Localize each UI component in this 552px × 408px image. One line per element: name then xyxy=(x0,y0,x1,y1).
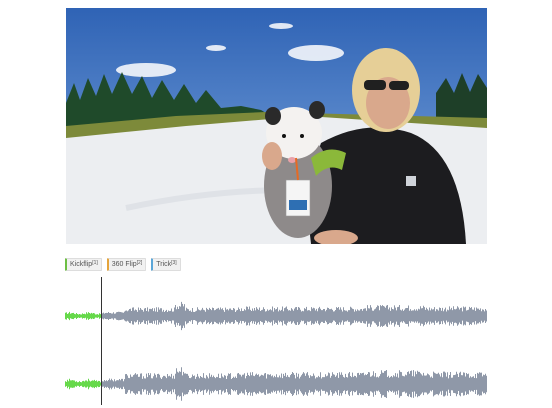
label-name: 360 Flip xyxy=(111,261,137,268)
label-count: [3] xyxy=(171,260,177,266)
label-legend: Kickflip [1] 360 Flip [2] Trick [3] xyxy=(65,258,181,271)
label-name: Trick xyxy=(156,261,172,268)
label-tag-kickflip[interactable]: Kickflip [1] xyxy=(65,258,102,271)
video-frame[interactable] xyxy=(66,8,487,244)
playhead-cursor[interactable] xyxy=(101,277,102,405)
waveform-channel-2-graphic xyxy=(65,367,487,401)
waveform-channel-1-graphic xyxy=(65,301,487,331)
waveform-channel-2[interactable] xyxy=(65,364,487,404)
video-scene xyxy=(66,8,487,244)
label-tag-360-flip[interactable]: 360 Flip [2] xyxy=(106,258,147,271)
label-name: Kickflip xyxy=(70,261,93,268)
label-tag-trick[interactable]: Trick [3] xyxy=(151,258,181,271)
label-count: [1] xyxy=(92,260,98,266)
waveform-channel-1[interactable] xyxy=(65,296,487,336)
label-count: [2] xyxy=(136,260,143,266)
